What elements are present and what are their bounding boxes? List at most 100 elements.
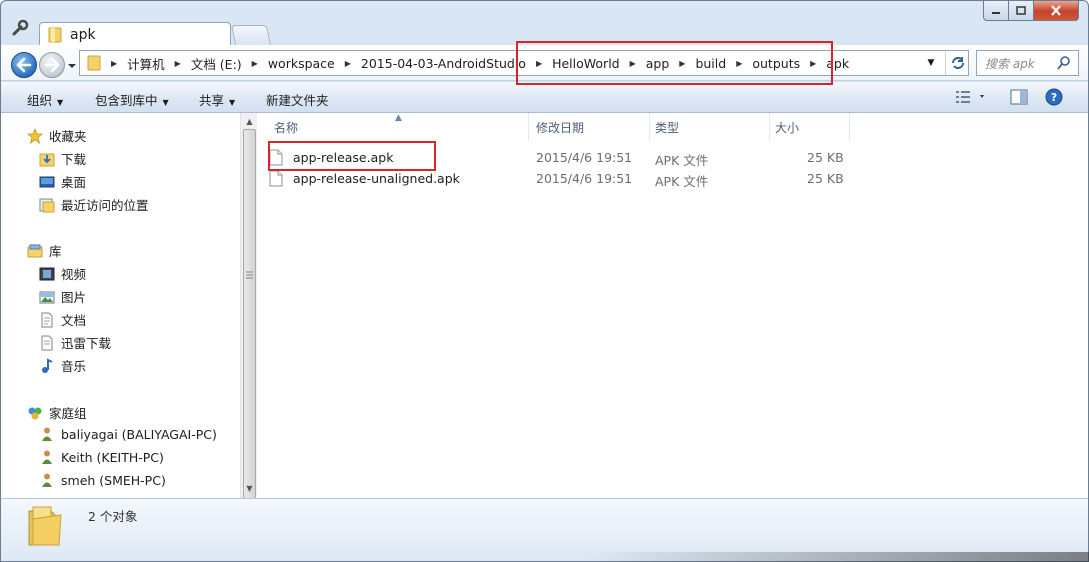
folder-icon	[48, 27, 62, 43]
nav-favorites-header[interactable]: 收藏夹	[27, 126, 87, 145]
breadcrumb-documents-drive[interactable]: 文档 (E:)	[186, 54, 247, 73]
help-icon[interactable]: ?	[1045, 88, 1063, 106]
nav-item-recent-places[interactable]: 最近访问的位置	[39, 195, 149, 214]
document-icon	[41, 312, 53, 327]
shadow-edge	[580, 552, 1089, 562]
svg-text:?: ?	[1051, 91, 1057, 104]
close-icon	[1051, 5, 1061, 16]
nav-item-label: 桌面	[61, 175, 87, 190]
close-button[interactable]	[1033, 1, 1079, 21]
highlight-box	[516, 41, 833, 85]
user-icon	[42, 473, 52, 487]
user-icon	[42, 450, 52, 464]
column-divider[interactable]	[849, 113, 850, 141]
nav-item-label: 最近访问的位置	[61, 198, 149, 213]
preview-pane-icon[interactable]	[1010, 89, 1028, 105]
breadcrumb-separator[interactable]: ▶	[106, 59, 122, 68]
file-modified: 2015/4/6 19:51	[536, 150, 633, 165]
column-divider[interactable]	[769, 113, 770, 141]
minimize-button[interactable]	[983, 1, 1009, 21]
column-header-name[interactable]: 名称	[274, 119, 298, 136]
downloads-folder-icon	[39, 153, 55, 166]
nav-item-desktop[interactable]: 桌面	[39, 172, 86, 191]
search-icon[interactable]	[1056, 55, 1072, 71]
maximize-icon	[1016, 6, 1026, 15]
column-header-type[interactable]: 类型	[655, 119, 679, 136]
file-name: app-release-unaligned.apk	[293, 170, 460, 186]
nav-item-label: 视频	[61, 267, 87, 282]
grip-icon	[246, 271, 253, 279]
share-button[interactable]: 共享 ▼	[199, 90, 235, 109]
nav-item-videos[interactable]: 视频	[39, 264, 86, 283]
nav-item-user-baliyagai[interactable]: baliyagai (BALIYAGAI-PC)	[39, 426, 217, 442]
nav-homegroup-header[interactable]: 家庭组	[27, 403, 87, 422]
file-row[interactable]: app-release-unaligned.apk	[269, 168, 460, 188]
nav-item-xunlei-downloads[interactable]: 迅雷下载	[39, 333, 111, 352]
title-bar: apk	[1, 1, 1088, 47]
recent-pages-dropdown[interactable]	[67, 61, 77, 71]
nav-item-label: 下载	[61, 152, 87, 167]
refresh-button[interactable]	[945, 51, 969, 75]
address-dropdown-icon[interactable]: ▼	[922, 51, 940, 75]
tab-apk[interactable]: apk	[39, 22, 231, 47]
nav-item-user-smeh[interactable]: smeh (SMEH-PC)	[39, 472, 166, 488]
nav-item-label: 图片	[61, 290, 87, 305]
breadcrumb-project-date[interactable]: 2015-04-03-AndroidStudio	[356, 56, 531, 71]
column-header-size[interactable]: 大小	[775, 119, 799, 136]
include-in-library-button[interactable]: 包含到库中 ▼	[95, 90, 169, 109]
wrench-icon[interactable]	[11, 19, 29, 37]
highlight-box	[268, 141, 436, 171]
pictures-icon	[39, 291, 55, 303]
nav-libraries-label: 库	[49, 244, 62, 259]
scrollbar-thumb[interactable]	[243, 129, 256, 506]
column-divider[interactable]	[649, 113, 650, 141]
nav-item-documents[interactable]: 文档	[39, 310, 86, 329]
breadcrumb-separator[interactable]: ▶	[170, 59, 186, 68]
search-box[interactable]: 搜索 apk	[976, 50, 1079, 76]
sort-ascending-icon: ▲	[395, 113, 402, 123]
new-tab-button[interactable]	[230, 25, 272, 45]
arrow-left-icon	[16, 57, 32, 73]
library-icon	[27, 244, 43, 257]
nav-item-label: Keith (KEITH-PC)	[61, 449, 164, 465]
nav-item-downloads[interactable]: 下载	[39, 149, 86, 168]
new-folder-button[interactable]: 新建文件夹	[266, 90, 329, 109]
desktop-icon	[39, 176, 55, 187]
nav-item-label: 文档	[61, 313, 87, 328]
breadcrumb-separator[interactable]: ▶	[247, 59, 263, 68]
minimize-icon	[992, 11, 1000, 14]
scroll-up-icon[interactable]: ▲	[241, 115, 258, 129]
chevron-down-icon: ▼	[162, 98, 169, 107]
breadcrumb-separator[interactable]: ▶	[340, 59, 356, 68]
file-icon	[269, 170, 283, 186]
star-icon	[27, 127, 43, 144]
organize-label: 组织	[27, 93, 53, 108]
document-icon	[41, 335, 53, 350]
forward-button[interactable]	[39, 52, 65, 78]
nav-favorites-label: 收藏夹	[49, 129, 87, 144]
video-icon	[39, 267, 55, 280]
navigation-pane: 收藏夹 下载 桌面 最近访问的位置 库 视频 图片 文档 迅雷下载 音乐 家庭组…	[1, 113, 241, 498]
chevron-down-icon: ▼	[57, 98, 64, 107]
back-button[interactable]	[11, 52, 37, 78]
nav-libraries-header[interactable]: 库	[27, 241, 62, 260]
nav-item-label: smeh (SMEH-PC)	[61, 472, 166, 488]
nav-item-pictures[interactable]: 图片	[39, 287, 86, 306]
column-divider[interactable]	[528, 113, 529, 141]
arrow-right-icon	[44, 57, 60, 73]
refresh-icon	[951, 57, 964, 69]
breadcrumb-computer[interactable]: 计算机	[122, 54, 170, 73]
file-size: 25 KB	[807, 150, 844, 165]
scroll-down-icon[interactable]: ▼	[241, 482, 258, 496]
column-header-modified[interactable]: 修改日期	[536, 119, 584, 136]
homegroup-icon	[28, 407, 42, 419]
organize-button[interactable]: 组织 ▼	[27, 90, 63, 109]
nav-item-music[interactable]: 音乐	[39, 356, 86, 375]
view-options-icon[interactable]	[956, 90, 986, 104]
navigation-scrollbar[interactable]: ▲ ▼	[240, 113, 258, 506]
nav-item-user-keith[interactable]: Keith (KEITH-PC)	[39, 449, 164, 465]
maximize-button[interactable]	[1008, 1, 1034, 21]
nav-item-label: 音乐	[61, 359, 87, 374]
breadcrumb-workspace[interactable]: workspace	[263, 56, 340, 71]
folder-icon	[87, 55, 101, 71]
